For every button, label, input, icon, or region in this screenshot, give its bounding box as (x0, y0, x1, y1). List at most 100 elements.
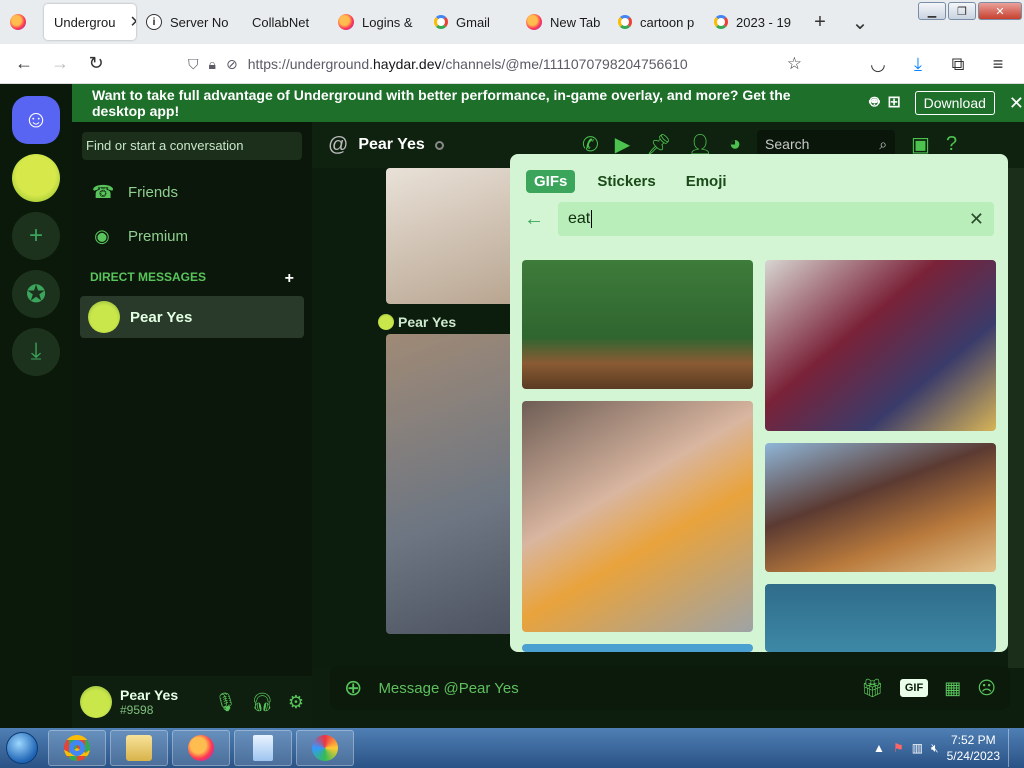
taskbar-chrome[interactable] (48, 730, 106, 766)
avatar (88, 301, 120, 333)
minimize-button[interactable]: ▁ (918, 2, 946, 20)
gif-result[interactable] (765, 443, 996, 572)
gif-result[interactable] (522, 401, 753, 632)
tab-emoji[interactable]: Emoji (678, 170, 735, 193)
menu-icon[interactable]: ≡ (980, 46, 1016, 82)
back-button[interactable]: ← (6, 46, 42, 82)
dm-user-name: Pear Yes (130, 308, 193, 326)
taskbar-explorer[interactable] (110, 730, 168, 766)
taskbar-paint[interactable] (296, 730, 354, 766)
message-image[interactable] (386, 168, 516, 304)
show-desktop-button[interactable] (1008, 729, 1018, 767)
clock-date: 5/24/2023 (946, 749, 1000, 763)
tab-new-tab[interactable]: New Tab (516, 0, 608, 44)
profile-icon[interactable]: ◕ (729, 133, 741, 156)
premium-nav[interactable]: ◉ Premium (72, 214, 312, 258)
add-friend-icon[interactable]: 👤︎ (688, 132, 713, 157)
scrollbar[interactable] (1008, 168, 1024, 668)
tab-cartoon[interactable]: cartoon p (608, 0, 704, 44)
download-apps-button[interactable]: ⤓ (12, 328, 60, 376)
user-controls: 🎙︎ 🎧︎ ⚙ (214, 692, 304, 713)
mute-mic-icon[interactable]: 🎙︎ (214, 692, 237, 713)
extensions-icon[interactable]: ⧉ (940, 46, 976, 82)
pocket-icon[interactable]: ◡ (860, 46, 896, 82)
flag-icon[interactable]: ⚑ (893, 741, 904, 755)
server-list: ☺ + ✪ ⤓ (0, 84, 72, 728)
gif-search: ← eat ✕ (524, 202, 994, 236)
headphones-icon[interactable]: 🎧︎ (251, 692, 274, 713)
back-arrow-icon[interactable]: ← (524, 208, 558, 231)
gif-result[interactable] (765, 584, 996, 652)
android-icon: 🤖︎ (869, 94, 880, 111)
tab-2023[interactable]: 2023 - 19 (704, 0, 800, 44)
info-icon: i (146, 14, 162, 30)
message-image[interactable] (386, 334, 516, 634)
message-input[interactable]: Message @Pear Yes (378, 680, 518, 697)
gif-button[interactable]: GIF (899, 679, 929, 697)
tab-gifs[interactable]: GIFs (526, 170, 576, 193)
user-panel: Pear Yes #9598 🎙︎ 🎧︎ ⚙ (72, 676, 312, 728)
user-avatar[interactable] (80, 686, 112, 718)
friends-nav[interactable]: ☎ Friends (72, 170, 312, 214)
explore-compass-icon[interactable]: ✪ (12, 270, 60, 318)
url-bar[interactable]: ⛉ 🔒︎ ⊘ https://underground.haydar.dev/ch… (180, 48, 810, 80)
new-tab-button[interactable]: + (800, 0, 840, 44)
composer-tools: 🎁︎ GIF ▦ ☹ (861, 678, 996, 699)
message-author[interactable]: Pear Yes (378, 314, 456, 330)
permissions-icon[interactable]: ⊘ (226, 56, 238, 73)
upload-plus-icon[interactable]: ⊕ (344, 675, 362, 701)
firefox-icon (10, 14, 26, 30)
dm-section-header: DIRECT MESSAGES + (72, 270, 312, 288)
shield-icon[interactable]: ⛉ (188, 56, 199, 73)
gif-result[interactable] (522, 644, 753, 652)
reload-button[interactable]: ↻ (78, 46, 114, 82)
create-dm-button[interactable]: + (285, 270, 294, 288)
tab-underground[interactable]: Undergrou ✕ (44, 4, 136, 40)
bookmark-star-icon[interactable]: ☆ (787, 54, 802, 74)
server-avatar[interactable] (12, 154, 60, 202)
find-conversation-button[interactable]: Find or start a conversation (82, 132, 302, 160)
close-window-button[interactable]: ✕ (978, 2, 1022, 20)
add-server-button[interactable]: + (12, 212, 60, 260)
gift-icon[interactable]: 🎁︎ (861, 678, 884, 699)
downloads-icon[interactable]: ⤓ (900, 46, 936, 82)
browser-navbar: ← → ↻ ⛉ 🔒︎ ⊘ https://underground.haydar.… (0, 44, 1024, 84)
forward-button[interactable]: → (42, 46, 78, 82)
tab-label: Gmail (456, 14, 490, 30)
gif-result[interactable] (765, 260, 996, 431)
tab-gmail[interactable]: Gmail (424, 0, 516, 44)
dm-item-pear-yes[interactable]: Pear Yes (80, 296, 304, 338)
download-button[interactable]: Download (914, 91, 995, 115)
user-tag: #9598 (120, 703, 154, 717)
volume-icon[interactable]: 🔇︎ (931, 741, 939, 756)
settings-gear-icon[interactable]: ⚙ (288, 692, 304, 713)
video-call-icon[interactable]: ▶ (615, 132, 630, 157)
pin-icon[interactable]: 📌︎ (646, 132, 671, 157)
list-tabs-button[interactable]: ⌄ (840, 0, 880, 44)
gif-search-input[interactable]: eat ✕ (558, 202, 994, 236)
start-button[interactable] (0, 728, 44, 768)
home-button[interactable]: ☺ (12, 96, 60, 144)
sticker-icon[interactable]: ▦ (944, 678, 961, 699)
network-icon[interactable]: ▥ (912, 741, 923, 755)
tab-server-notice[interactable]: i Server No (136, 0, 232, 44)
tab-firefox-view[interactable] (0, 0, 44, 44)
tab-collabnet[interactable]: CollabNet (232, 0, 328, 44)
tray-expand-icon[interactable]: ▲ (873, 741, 885, 755)
taskbar-firefox[interactable] (172, 730, 230, 766)
tab-label: CollabNet (252, 14, 310, 30)
gif-result[interactable] (522, 260, 753, 389)
clear-search-icon[interactable]: ✕ (969, 209, 984, 230)
taskbar-clock[interactable]: 7:52 PM 5/24/2023 (947, 732, 1000, 764)
tab-logins[interactable]: Logins & (328, 0, 424, 44)
picker-tabs: GIFs Stickers Emoji (526, 170, 735, 193)
tab-stickers[interactable]: Stickers (589, 170, 663, 193)
emoji-icon[interactable]: ☹ (977, 678, 996, 699)
lock-icon[interactable]: 🔒︎ (209, 56, 216, 73)
restore-button[interactable]: ❐ (948, 2, 976, 20)
taskbar-notepad[interactable] (234, 730, 292, 766)
inbox-icon[interactable]: ▣ (911, 132, 930, 157)
help-icon[interactable]: ? (946, 133, 957, 156)
close-banner-icon[interactable]: ✕ (1009, 93, 1024, 114)
voice-call-icon[interactable]: ✆ (582, 132, 599, 157)
